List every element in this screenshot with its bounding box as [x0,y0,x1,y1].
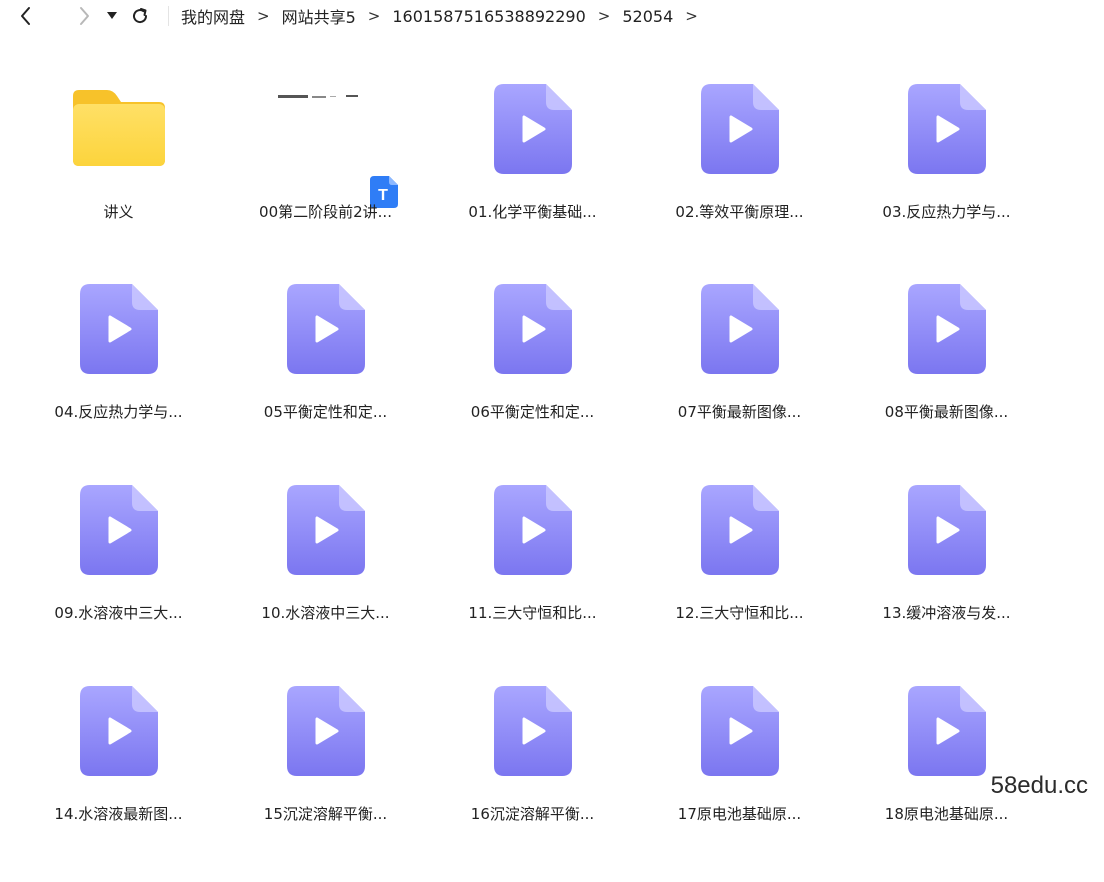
file-name-label: 12.三大守恒和比... [636,602,843,623]
video-file-icon [908,284,986,378]
file-item[interactable]: 03.反应热力学与... [843,80,1050,280]
file-item[interactable]: 13.缓冲溶液与发... [843,481,1050,681]
video-file-icon [701,686,779,780]
file-item[interactable]: 09.水溶液中三大... [15,481,222,681]
video-file-icon [701,284,779,378]
folder-item[interactable]: 讲义 [15,80,222,280]
video-file-icon [287,485,365,579]
folder-icon [73,90,165,170]
video-file-icon [908,485,986,579]
file-grid: 讲义T00第二阶段前2讲...01.化学平衡基础...02.等效平衡原理...0… [0,0,1104,812]
video-file-icon [908,84,986,178]
file-name-label: 06平衡定性和定... [429,401,636,422]
video-file-icon [287,686,365,780]
file-name-label: 11.三大守恒和比... [429,602,636,623]
file-name-label: 03.反应热力学与... [843,201,1050,222]
file-name-label: 05平衡定性和定... [222,401,429,422]
file-item[interactable]: 14.水溶液最新图... [15,682,222,882]
document-preview-lines [278,84,358,88]
file-item[interactable]: 11.三大守恒和比... [429,481,636,681]
file-name-label: 00第二阶段前2讲... [222,201,429,222]
file-name-label: 15沉淀溶解平衡... [222,803,429,824]
video-file-icon [80,284,158,378]
file-item[interactable]: 08平衡最新图像... [843,280,1050,480]
file-item[interactable]: 01.化学平衡基础... [429,80,636,280]
file-item[interactable]: 04.反应热力学与... [15,280,222,480]
file-name-label: 14.水溶液最新图... [15,803,222,824]
file-name-label: 04.反应热力学与... [15,401,222,422]
file-item[interactable]: 12.三大守恒和比... [636,481,843,681]
watermark-text: 58edu.cc [991,772,1088,800]
video-file-icon [80,686,158,780]
file-name-label: 10.水溶液中三大... [222,602,429,623]
file-item[interactable]: T00第二阶段前2讲... [222,80,429,280]
file-item[interactable]: 05平衡定性和定... [222,280,429,480]
file-item[interactable]: 07平衡最新图像... [636,280,843,480]
video-file-icon [701,485,779,579]
video-file-icon [494,485,572,579]
file-name-label: 18原电池基础原... [843,803,1050,824]
file-item[interactable]: 16沉淀溶解平衡... [429,682,636,882]
video-file-icon [494,84,572,178]
file-item[interactable]: 02.等效平衡原理... [636,80,843,280]
file-item[interactable]: 17原电池基础原... [636,682,843,882]
file-item[interactable]: 15沉淀溶解平衡... [222,682,429,882]
document-thumbnail: T [252,80,402,210]
file-name-label: 17原电池基础原... [636,803,843,824]
file-item[interactable]: 10.水溶液中三大... [222,481,429,681]
video-file-icon [494,686,572,780]
video-file-icon [287,284,365,378]
video-file-icon [80,485,158,579]
file-name-label: 讲义 [15,201,222,222]
file-name-label: 08平衡最新图像... [843,401,1050,422]
file-name-label: 02.等效平衡原理... [636,201,843,222]
file-name-label: 07平衡最新图像... [636,401,843,422]
file-name-label: 01.化学平衡基础... [429,201,636,222]
file-item[interactable]: 06平衡定性和定... [429,280,636,480]
file-name-label: 13.缓冲溶液与发... [843,602,1050,623]
file-name-label: 09.水溶液中三大... [15,602,222,623]
video-file-icon [494,284,572,378]
file-name-label: 16沉淀溶解平衡... [429,803,636,824]
video-file-icon [908,686,986,780]
video-file-icon [701,84,779,178]
